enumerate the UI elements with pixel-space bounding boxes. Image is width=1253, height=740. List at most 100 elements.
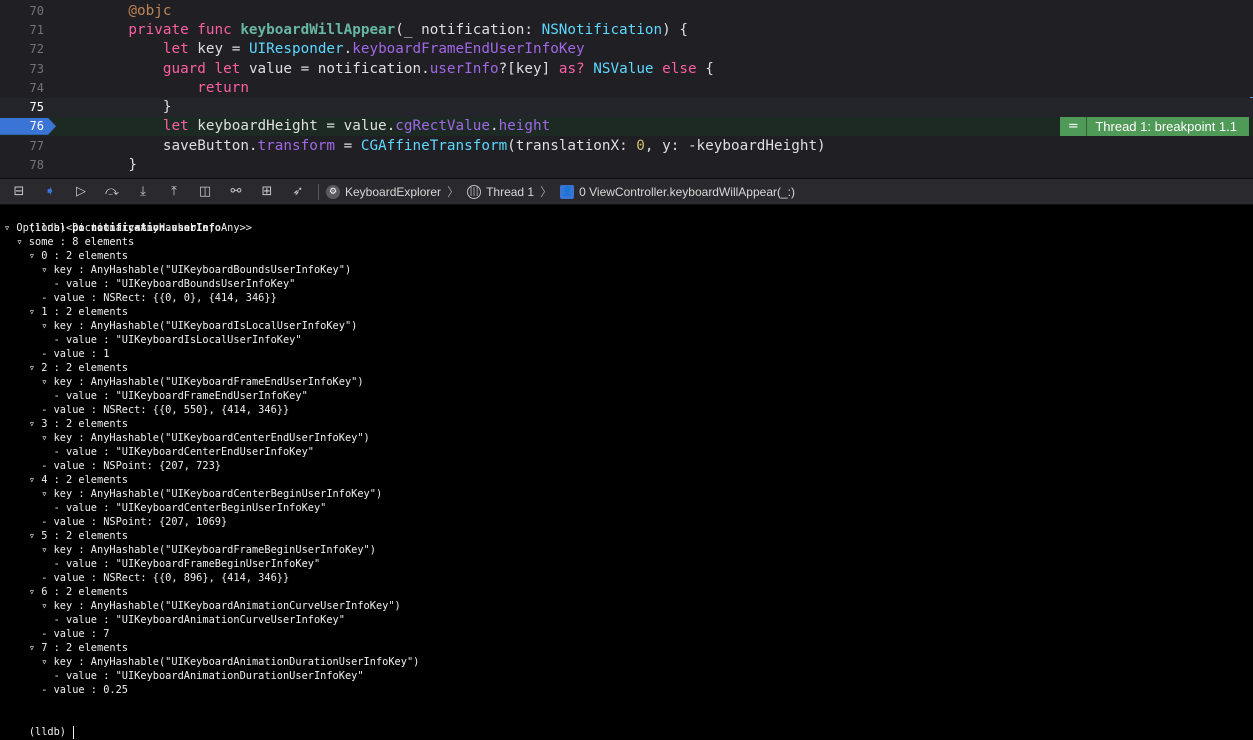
code-token: NSNotification [541,21,663,38]
code-line[interactable]: 71 private func keyboardWillAppear(_ not… [0,20,1253,39]
console-output-line: ▿ 6 : 2 elements [4,586,128,598]
breadcrumb-frame[interactable]: 👤 0 ViewController.keyboardWillAppear(_:… [560,184,796,199]
console-output-line: - value : "UIKeyboardCenterBeginUserInfo… [4,502,327,514]
breadcrumb-frame-label: 0 ViewController.keyboardWillAppear(_:) [579,184,796,199]
line-number-label: 74 [29,80,44,95]
line-number[interactable]: 71 [0,20,54,39]
line-number-label: 73 [29,61,44,76]
code-line[interactable]: 78 } [0,155,1253,174]
step-over-icon[interactable]: ⤼ [101,181,123,203]
line-number-label: 77 [29,138,44,153]
line-number-label: 72 [29,42,44,57]
continue-icon[interactable]: ▷ [70,181,92,203]
code-token: @objc [94,2,172,19]
hide-debug-area-icon[interactable]: ⊟ [8,181,30,203]
breadcrumb-thread[interactable]: ||| Thread 1 [467,184,535,199]
code-token: NSValue [593,60,663,77]
console-output-line: - value : 1 [4,348,110,360]
step-out-icon[interactable]: ⤒ [163,181,185,203]
code-token: userInfo [429,60,499,77]
code-token: else [662,60,706,77]
console-output-line: - value : "UIKeyboardCenterEndUserInfoKe… [4,446,314,458]
code-line[interactable]: 77 saveButton.transform = CGAffineTransf… [0,136,1253,155]
line-number[interactable]: 77 [0,136,54,155]
console-output-line: - value : 0.25 [4,684,128,696]
line-number[interactable]: 74 [0,78,54,97]
console-input-prompt: (lldb) [28,726,67,738]
simulate-location-icon[interactable]: ➶ [287,181,309,203]
console-output-line: ▿ 3 : 2 elements [4,418,128,430]
code-text: let keyboardHeight = value.cgRectValue.h… [54,118,550,134]
step-into-icon[interactable]: ⤓ [132,181,154,203]
environment-overrides-icon[interactable]: ⊞ [256,181,278,203]
code-line[interactable]: 73 guard let value = notification.userIn… [0,59,1253,78]
code-token: 0 [636,137,645,154]
breakpoint-marker-icon[interactable] [0,117,56,135]
code-token: as? [558,60,594,77]
console-output-line: - value : "UIKeyboardIsLocalUserInfoKey" [4,334,302,346]
console-output-line: ▿ key : AnyHashable("UIKeyboardCenterEnd… [4,432,370,444]
console-output-line: - value : NSRect: {{0, 550}, {414, 346}} [4,404,290,416]
line-number-label: 71 [29,22,44,37]
memory-graph-icon[interactable]: ⚯ [225,181,247,203]
line-number-label: 76 [29,119,44,134]
thread-icon: ||| [467,184,482,199]
debug-bar: ⊟ ➧ ▷ ⤼ ⤓ ⤒ ◫ ⚯ ⊞ ➶ ⚙ KeyboardExplorer 〉 ||| Thre… [0,178,1253,205]
lldb-console[interactable]: (lldb) po notification.userInfo ▿ Option… [0,205,1253,740]
code-line[interactable]: 74 return [0,78,1253,97]
chevron-right-icon: 〉 [447,185,460,199]
console-output-line: - value : "UIKeyboardFrameEndUserInfoKey… [4,390,308,402]
source-editor[interactable]: 70 @objc 71 private func keyboardWillAppe… [0,0,1253,178]
user-frame-icon: 👤 [560,184,575,199]
code-text: } [54,99,172,116]
code-line[interactable]: 76 let keyboardHeight = value.cgRectValu… [0,116,1253,137]
line-number-label: 70 [29,3,44,18]
line-number[interactable]: 70 [0,1,54,20]
equals-icon: = [1060,116,1088,136]
breadcrumb-thread-label: Thread 1 [486,184,535,199]
console-output-line: - value : 7 [4,628,110,640]
console-output-line: ▿ key : AnyHashable("UIKeyboardFrameBegi… [4,544,376,556]
console-output-line: ▿ 7 : 2 elements [4,642,128,654]
console-input-line[interactable]: (lldb) [4,711,1253,739]
line-number[interactable]: 78 [0,155,54,174]
breakpoints-toggle-icon[interactable]: ➧ [39,181,61,203]
code-token: let [94,118,198,135]
breadcrumb-app-label: KeyboardExplorer [345,184,442,199]
breakpoint-annotation-label: Thread 1: breakpoint 1.1 [1095,118,1237,134]
code-token: { [705,60,714,77]
debug-bar-separator [318,183,319,200]
view-hierarchy-icon[interactable]: ◫ [194,181,216,203]
console-output-line: ▿ some : 8 elements [4,236,135,248]
code-text: private func keyboardWillAppear(_ notifi… [54,22,688,38]
console-output-line: ▿ key : AnyHashable("UIKeyboardCenterBeg… [4,488,383,500]
breadcrumb-app[interactable]: ⚙ KeyboardExplorer [326,184,442,199]
breakpoint-annotation[interactable]: = Thread 1: breakpoint 1.1 [1060,116,1249,136]
console-output-line: ▿ key : AnyHashable("UIKeyboardBoundsUse… [4,264,352,276]
code-token: key = [197,41,249,58]
console-output-line: - value : "UIKeyboardAnimationCurveUserI… [4,614,345,626]
console-output-line: ▿ 1 : 2 elements [4,306,128,318]
code-text: @objc [54,3,171,19]
code-text: saveButton.transform = CGAffineTransform… [54,138,826,154]
code-token: guard let [94,60,249,77]
line-number[interactable]: 73 [0,59,54,78]
code-token: keyboardHeight = value. [197,118,396,135]
line-number[interactable]: 76 [0,117,56,136]
code-token: } [94,99,172,116]
code-line[interactable]: 70 @objc [0,1,1253,20]
console-output-line: ▿ 5 : 2 elements [4,530,128,542]
code-token: ?[key] [498,60,559,77]
code-token: keyboardWillAppear [240,21,396,38]
code-token: value = notification. [248,60,430,77]
line-number[interactable]: 72 [0,40,54,59]
code-token: keyboardFrameEndUserInfoKey [352,41,585,58]
code-line[interactable]: 72 let key = UIResponder.keyboardFrameEn… [0,40,1253,59]
code-line[interactable]: 75 } [0,97,1253,117]
code-token: (_ notification: [395,21,542,38]
line-number[interactable]: 75 [0,98,54,117]
code-token: (translationX: [507,137,637,154]
text-caret [73,725,75,739]
console-command-line: (lldb) po notification.userInfo [4,207,1253,234]
